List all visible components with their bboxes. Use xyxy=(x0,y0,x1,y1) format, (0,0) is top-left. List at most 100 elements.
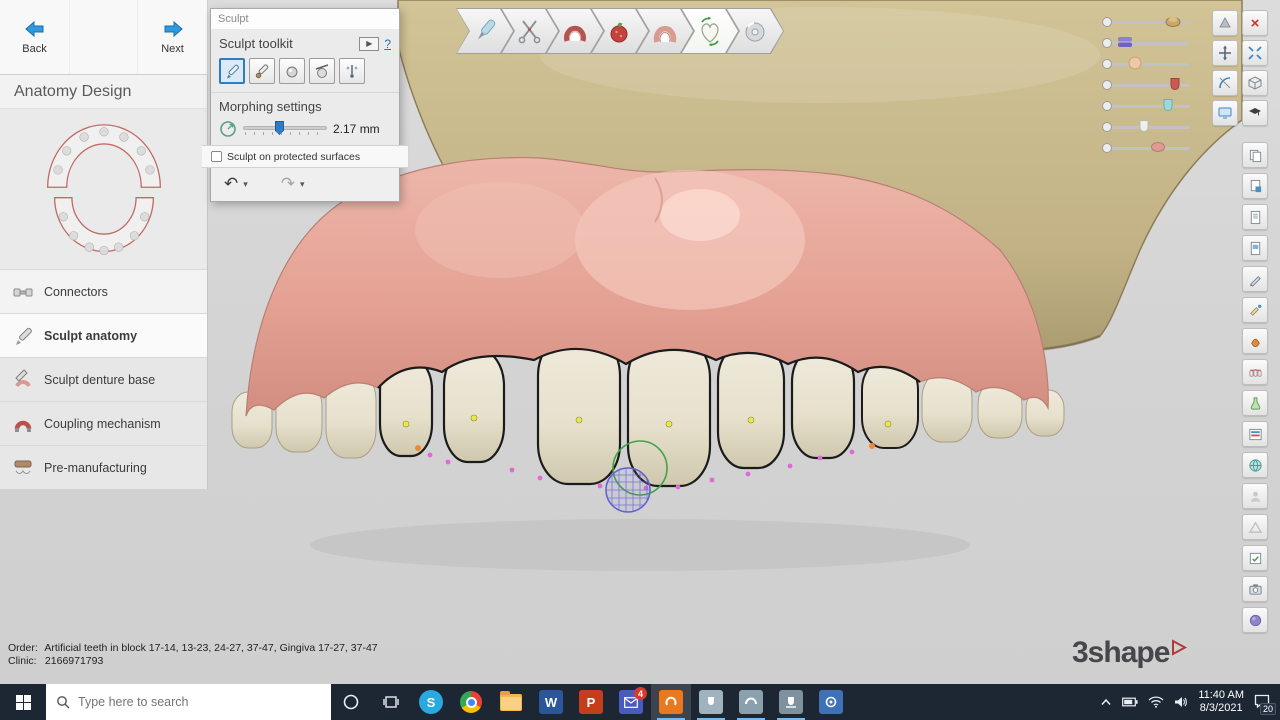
prism-view-button[interactable] xyxy=(1242,514,1268,540)
step-label: Sculpt denture base xyxy=(44,373,155,387)
sculpt-cursor-button[interactable] xyxy=(1242,266,1268,292)
annotate-button[interactable] xyxy=(1242,297,1268,323)
morphing-slider-track[interactable] xyxy=(243,126,327,130)
gingiva-pink-icon[interactable] xyxy=(1150,140,1166,154)
teeth-purple-icon[interactable] xyxy=(1117,35,1133,49)
taskbar-search[interactable] xyxy=(46,684,331,720)
zoom-fit-button[interactable] xyxy=(1242,40,1268,66)
next-button[interactable]: Next xyxy=(138,0,207,74)
taskbar-app-dental-system[interactable] xyxy=(651,684,691,720)
task-view-button[interactable] xyxy=(371,684,411,720)
battery-icon[interactable] xyxy=(1122,697,1138,707)
taskbar-app-mail[interactable]: 4 xyxy=(611,684,651,720)
action-center-button[interactable]: 20 xyxy=(1254,694,1274,711)
sidebar-item-pre-manufacturing[interactable]: Pre-manufacturing xyxy=(0,445,207,489)
patient-avatar-button[interactable] xyxy=(1242,483,1268,509)
pomegranate-icon xyxy=(606,16,634,46)
taskbar-app-chrome[interactable] xyxy=(451,684,491,720)
sidebar-item-coupling-mechanism[interactable]: Coupling mechanism xyxy=(0,401,207,445)
sidebar-item-sculpt-denture-base[interactable]: Sculpt denture base xyxy=(0,357,207,401)
export-box-icon xyxy=(1248,179,1263,194)
cortana-button[interactable] xyxy=(331,684,371,720)
orbit-view-button[interactable] xyxy=(1212,10,1238,36)
redo-history-caret[interactable]: ▾ xyxy=(300,179,309,190)
library-panel-icon xyxy=(1248,427,1263,442)
workflow-step-manufacturing[interactable] xyxy=(726,8,784,54)
close-view-button[interactable]: × xyxy=(1242,10,1268,36)
screenshot-doc-button[interactable] xyxy=(1242,235,1268,261)
model-settings-button[interactable] xyxy=(1242,452,1268,478)
pan-button[interactable] xyxy=(1212,40,1238,66)
nav-spacer xyxy=(69,0,138,74)
taskbar-clock[interactable]: 11:40 AM 8/3/2021 xyxy=(1198,689,1244,715)
slider-track[interactable] xyxy=(1108,105,1190,108)
undo-history-caret[interactable]: ▾ xyxy=(243,179,252,190)
taskbar-app-dental-tool-1[interactable] xyxy=(691,684,731,720)
redo-button[interactable]: ↷ xyxy=(278,175,298,193)
wifi-icon[interactable] xyxy=(1148,696,1164,708)
taskbar-app-communicate[interactable] xyxy=(811,684,851,720)
undo-button[interactable]: ↶ xyxy=(221,175,241,193)
taskbar-app-skype[interactable]: S xyxy=(411,684,451,720)
materials-button[interactable] xyxy=(1242,390,1268,416)
order-info: Order: Artificial teeth in block 17-14, … xyxy=(8,642,378,668)
snapshot-button[interactable] xyxy=(1242,576,1268,602)
tooth-white-icon[interactable] xyxy=(1136,119,1152,133)
dental-tool-2-icon xyxy=(739,690,763,714)
face-scan-icon[interactable] xyxy=(1127,56,1143,70)
volume-icon[interactable] xyxy=(1174,696,1188,708)
smooth-wax-tool-button[interactable] xyxy=(279,58,305,84)
taskbar-app-powerpoint[interactable]: P xyxy=(571,684,611,720)
measure-button[interactable] xyxy=(1212,70,1238,96)
back-button[interactable]: Back xyxy=(0,0,69,74)
logo-text: 3shape xyxy=(1072,636,1169,670)
powerpoint-icon: P xyxy=(579,690,603,714)
search-input[interactable] xyxy=(78,695,298,709)
slider-end-knob xyxy=(1102,59,1112,69)
denture-cap-icon[interactable] xyxy=(1165,14,1181,28)
sculpt-panel-title[interactable]: Sculpt xyxy=(211,9,399,29)
morphing-slider[interactable] xyxy=(243,120,327,138)
protected-surfaces-checkbox[interactable] xyxy=(211,151,222,162)
validate-button[interactable] xyxy=(1242,545,1268,571)
slider-end-knob xyxy=(1102,122,1112,132)
tray-overflow-chevron[interactable] xyxy=(1100,698,1112,706)
sidebar-item-sculpt-anatomy[interactable]: Sculpt anatomy xyxy=(0,313,207,357)
wax-knife-icon xyxy=(224,63,240,79)
tooth-cyan-icon[interactable] xyxy=(1160,98,1176,112)
taskbar-app-file-explorer[interactable] xyxy=(491,684,531,720)
video-tutorial-button[interactable]: ▶ xyxy=(359,37,379,51)
occlusion-button[interactable] xyxy=(1242,359,1268,385)
help-link[interactable]: ? xyxy=(384,37,391,51)
measure-probe-tool-button[interactable] xyxy=(339,58,365,84)
tooth-red-icon[interactable] xyxy=(1167,77,1183,91)
export-model-button[interactable] xyxy=(1242,173,1268,199)
taskbar-app-dental-tool-2[interactable] xyxy=(731,684,771,720)
taskbar-app-word[interactable]: W xyxy=(531,684,571,720)
learn-button[interactable] xyxy=(1242,100,1268,126)
protected-surfaces-label[interactable]: Sculpt on protected surfaces xyxy=(227,151,360,163)
pre-manufacturing-icon xyxy=(12,457,34,479)
document-button[interactable] xyxy=(1242,204,1268,230)
brush-radius-icon[interactable] xyxy=(219,120,237,138)
view-cube-button[interactable] xyxy=(1242,70,1268,96)
annotate-pen-icon xyxy=(1248,303,1263,318)
layer-slider-gingiva xyxy=(1100,138,1196,159)
smile-library-button[interactable] xyxy=(1242,421,1268,447)
slider-track[interactable] xyxy=(1108,63,1190,66)
plane-cut-tool-button[interactable] xyxy=(309,58,335,84)
start-button[interactable] xyxy=(0,684,46,720)
render-sphere-button[interactable] xyxy=(1242,607,1268,633)
display-settings-button[interactable] xyxy=(1212,100,1238,126)
copy-view-button[interactable] xyxy=(1242,142,1268,168)
sculpt-anatomy-icon xyxy=(12,325,34,347)
connectors-icon xyxy=(12,281,34,303)
sculpt-denture-base-icon xyxy=(12,369,34,391)
sidebar-item-connectors[interactable]: Connectors xyxy=(0,269,207,313)
layer-visibility-sliders xyxy=(1100,12,1196,159)
wax-knife-tool-button[interactable] xyxy=(219,58,245,84)
clock-time: 11:40 AM xyxy=(1198,689,1244,702)
taskbar-app-dental-tool-3[interactable] xyxy=(771,684,811,720)
add-wax-tool-button[interactable] xyxy=(249,58,275,84)
shade-tool-button[interactable] xyxy=(1242,328,1268,354)
